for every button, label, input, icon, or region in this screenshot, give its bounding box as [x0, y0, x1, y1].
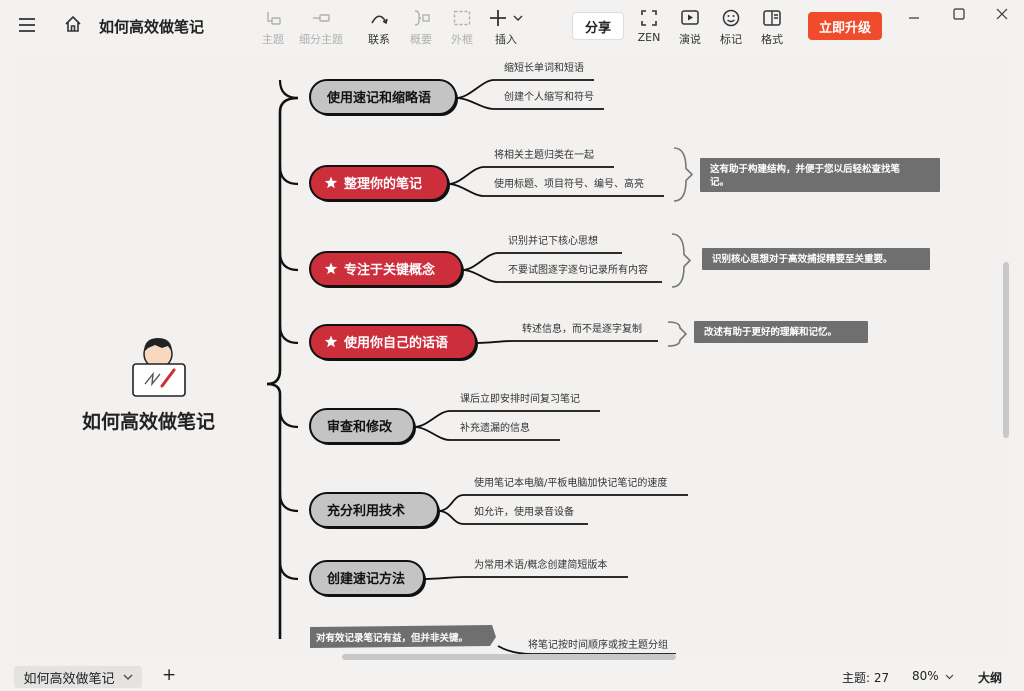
smiley-icon	[709, 8, 753, 28]
add-sheet-button[interactable]: +	[162, 665, 176, 685]
subtopic-label: 如允许，使用录音设备	[474, 505, 574, 518]
spine-top	[266, 96, 299, 386]
plus-dropdown-icon	[484, 8, 528, 28]
maximize-icon[interactable]	[953, 5, 965, 24]
upgrade-button[interactable]: 立即升级	[808, 12, 882, 40]
document-title: 如何高效做笔记	[99, 18, 205, 36]
branch-topic-label: 整理你的笔记	[343, 176, 422, 192]
subtopic-label: 缩短长单词和短语	[504, 61, 584, 74]
subtopic-icon	[299, 8, 343, 28]
share-button[interactable]: 分享	[572, 12, 624, 40]
boundary-icon	[440, 8, 484, 28]
mindmap-canvas[interactable]: 如何高效做笔记 使用速记和缩略语 缩短长单词和短语 创建个人缩写和符号整理你的笔记 将相…	[12, 54, 1012, 654]
central-topic[interactable]: 如何高效做笔记	[82, 338, 215, 433]
mindmap-nodes: 如何高效做笔记 使用速记和缩略语 缩短长单词和短语创建个人缩写和符号整理你的笔记 将相…	[82, 61, 940, 651]
format-tool[interactable]: 格式	[750, 8, 794, 47]
subtopic-label: 课后立即安排时间复习笔记	[460, 392, 580, 405]
branch-topic-label: 使用速记和缩略语	[326, 90, 431, 106]
topic-tool[interactable]: 主题	[251, 8, 295, 47]
summary-brace	[667, 321, 688, 347]
sheet-tab[interactable]: 如何高效做笔记	[14, 666, 142, 688]
summary-brace-icon	[399, 8, 443, 28]
presentation-tool[interactable]: 演说	[668, 8, 712, 47]
zoom-level[interactable]: 80%	[912, 669, 954, 683]
mark-tool[interactable]: 标记	[709, 8, 753, 47]
topic-count: 主题: 27	[842, 671, 890, 685]
fullscreen-corners-icon	[627, 8, 671, 28]
format-panel-icon	[750, 8, 794, 28]
branch-topic-label: 审查和修改	[327, 419, 393, 435]
branch-topic-label: 充分利用技术	[327, 503, 405, 519]
central-topic-label: 如何高效做笔记	[82, 410, 215, 433]
subtopic-label: 使用笔记本电脑/平板电脑加快记笔记的速度	[474, 476, 667, 489]
laptop-person-illustration	[132, 338, 186, 397]
branch-topic[interactable]: 审查和修改	[309, 408, 416, 445]
subtopic-label: 为常用术语/概念创建简短版本	[474, 558, 607, 571]
subtopic-label: 将相关主题归类在一起	[494, 148, 594, 161]
subtopic-label: 转述信息，而不是逐字复制	[522, 322, 642, 335]
subtopic-label: 识别并记下核心思想	[508, 234, 598, 247]
subtopic-label: 不要试图逐字逐句记录所有内容	[508, 263, 648, 276]
floating-callout: 对有效记录笔记有益，但并非关键。	[310, 625, 496, 648]
play-screen-icon	[668, 8, 712, 28]
summary-brace	[673, 147, 694, 202]
sheet-tab-label: 如何高效做笔记	[23, 671, 115, 687]
outline-button[interactable]: 大纲	[978, 669, 1002, 686]
branch-topic[interactable]: 充分利用技术	[309, 492, 440, 529]
floating-callout-text: 对有效记录笔记有益，但并非关键。	[316, 632, 468, 644]
subtopic-label: 使用标题、项目符号、编号、高亮	[494, 177, 644, 190]
branch-topic[interactable]: 使用速记和缩略语	[309, 79, 458, 116]
boundary-tool[interactable]: 外框	[440, 8, 484, 47]
branch-topic[interactable]: 使用你自己的话语	[309, 324, 478, 361]
summary-brace	[671, 233, 692, 288]
subtopic-label: 创建个人缩写和符号	[504, 90, 594, 103]
relation-icon	[357, 8, 401, 28]
close-icon[interactable]	[996, 5, 1008, 24]
zoom-value: 80%	[912, 669, 939, 683]
home-icon[interactable]	[64, 15, 82, 37]
callout-text: 识别核心思想对于高效捕捉精要至关重要。	[712, 253, 893, 265]
vertical-scrollbar[interactable]	[1003, 262, 1009, 438]
branch-topic[interactable]: 整理你的笔记	[309, 165, 450, 202]
callout-box: 这有助于构建结构，并便于您以后轻松查找笔记。	[700, 158, 940, 192]
branch-topic-label: 专注于关键概念	[344, 262, 435, 278]
subtopic-label: 补充遗漏的信息	[460, 421, 530, 434]
branch-topic-label: 创建速记方法	[326, 571, 405, 587]
insert-tool[interactable]: 插入	[484, 8, 528, 47]
chevron-down-icon	[945, 674, 953, 680]
callout-text: 这有助于构建结构，并便于您以后轻松查找笔	[710, 163, 901, 175]
branch-topic[interactable]: 创建速记方法	[309, 560, 426, 597]
chevron-down-icon[interactable]	[123, 670, 133, 685]
zen-mode-tool[interactable]: ZEN	[627, 8, 671, 44]
callout-text: 改述有助于更好的理解和记忆。	[704, 326, 837, 338]
hamburger-menu-icon[interactable]	[18, 17, 36, 37]
branch-topic-label: 使用你自己的话语	[343, 335, 448, 351]
horizontal-scrollbar[interactable]	[342, 654, 676, 660]
minimize-icon[interactable]	[908, 9, 920, 28]
mindmap-svg: 如何高效做笔记 使用速记和缩略语 缩短长单词和短语创建个人缩写和符号整理你的笔记 将相…	[82, 61, 940, 654]
callout-text: 记。	[710, 176, 729, 188]
relation-tool[interactable]: 联系	[357, 8, 401, 47]
top-toolbar: 如何高效做笔记 主题 细分主题 联系 概要 外框 插入 分享 ZEN 演说 标记…	[0, 0, 1024, 54]
summary-tool[interactable]: 概要	[399, 8, 443, 47]
subtopic-label: 将笔记按时间顺序或按主题分组	[528, 638, 668, 651]
app-window: 如何高效做笔记 主题 细分主题 联系 概要 外框 插入 分享 ZEN 演说 标记…	[0, 0, 1024, 691]
branch-topic[interactable]: 专注于关键概念	[309, 251, 464, 288]
topic-icon	[251, 8, 295, 28]
callout-box: 识别核心思想对于高效捕捉精要至关重要。	[702, 248, 930, 270]
subtopic-tool[interactable]: 细分主题	[299, 8, 343, 47]
callout-box: 改述有助于更好的理解和记忆。	[694, 321, 868, 343]
bottom-status-bar: 如何高效做笔记 + 主题: 27 80% 大纲	[0, 662, 1024, 691]
